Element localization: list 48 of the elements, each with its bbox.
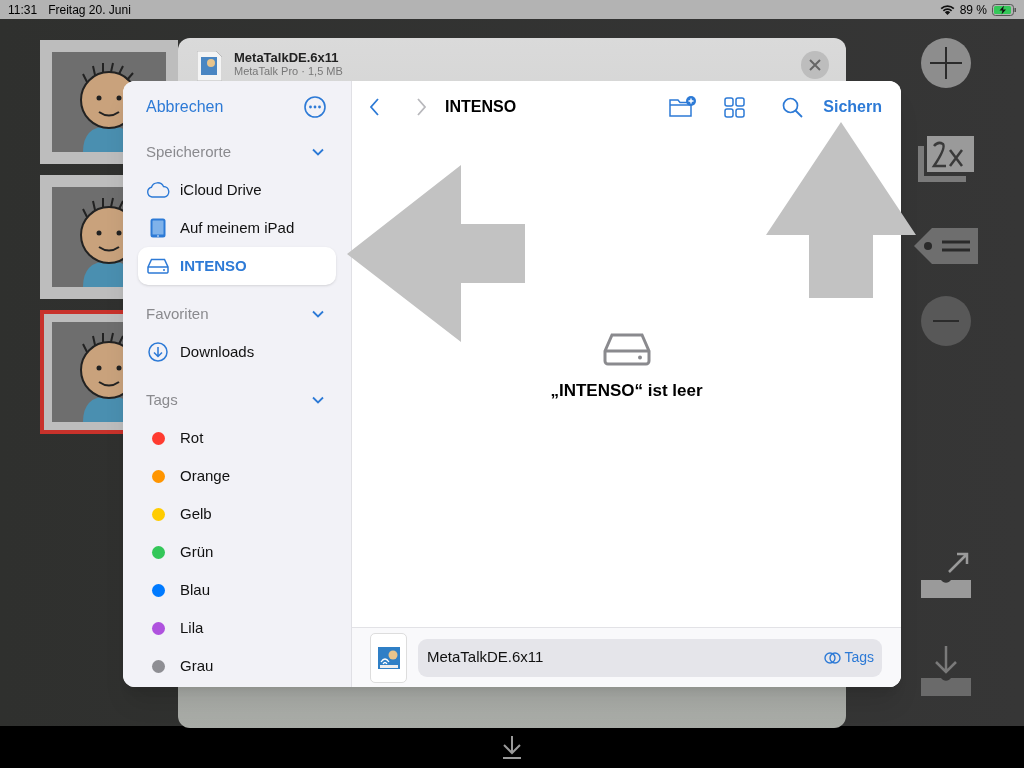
sidebar-item[interactable]: Lila	[138, 609, 336, 647]
chevron-icon[interactable]	[312, 396, 324, 404]
cancel-button[interactable]: Abbrechen	[146, 95, 224, 119]
import-icon[interactable]	[921, 646, 971, 696]
download-icon[interactable]	[502, 735, 522, 759]
tablet-icon	[150, 218, 166, 238]
save-button[interactable]: Sichern	[823, 95, 882, 119]
double-size-icon[interactable]	[918, 136, 974, 182]
search-icon[interactable]	[782, 96, 804, 118]
filename-field[interactable]: MetaTalkDE.6x11 Tags	[418, 638, 882, 677]
back-icon[interactable]	[369, 98, 380, 116]
sidebar-item[interactable]: INTENSO	[138, 247, 336, 285]
export-icon[interactable]	[921, 552, 971, 598]
add-button-icon[interactable]	[921, 38, 971, 88]
sidebar-item[interactable]: Auf meinem iPad	[138, 209, 336, 247]
sidebar-item[interactable]: Rot	[138, 419, 336, 457]
sidebar-item[interactable]: Grau	[138, 647, 336, 685]
sidebar-item[interactable]: Gelb	[138, 495, 336, 533]
status-date: Freitag 20. Juni	[48, 1, 131, 19]
folder-title: INTENSO	[445, 97, 517, 117]
status-time: 11:31	[8, 1, 38, 19]
sidebar-item[interactable]: Blau	[138, 571, 336, 609]
app-logo-icon	[377, 646, 400, 669]
file-details: MetaTalk Pro · 1,5 MB	[234, 66, 343, 77]
drive-icon	[602, 332, 651, 367]
file-title: MetaTalkDE.6x11	[234, 51, 340, 64]
cloud-icon	[146, 182, 170, 198]
section-header: Speicherorte	[146, 141, 232, 162]
grid-view-icon[interactable]	[724, 96, 746, 118]
sidebar-item[interactable]: Grün	[138, 533, 336, 571]
wifi-icon	[939, 4, 955, 15]
sidebar-item[interactable]: Downloads	[138, 333, 336, 371]
chevron-icon[interactable]	[312, 310, 324, 318]
section-header: Favoriten	[146, 303, 209, 324]
tags-icon	[824, 651, 842, 664]
tag-icon[interactable]	[914, 228, 978, 264]
new-folder-icon[interactable]	[669, 96, 698, 118]
chevron-icon[interactable]	[312, 148, 324, 156]
battery-icon	[992, 3, 1016, 16]
section-header: Tags	[146, 389, 178, 410]
sidebar-item[interactable]: iCloud Drive	[138, 171, 336, 209]
close-icon[interactable]	[801, 51, 829, 79]
empty-folder-message: „INTENSO“ ist leer	[550, 380, 703, 403]
battery-percentage: 89 %	[959, 1, 987, 19]
more-options-icon[interactable]	[304, 96, 326, 118]
download-icon	[148, 342, 168, 362]
sidebar-item[interactable]: Orange	[138, 457, 336, 495]
drive-icon	[147, 258, 169, 274]
